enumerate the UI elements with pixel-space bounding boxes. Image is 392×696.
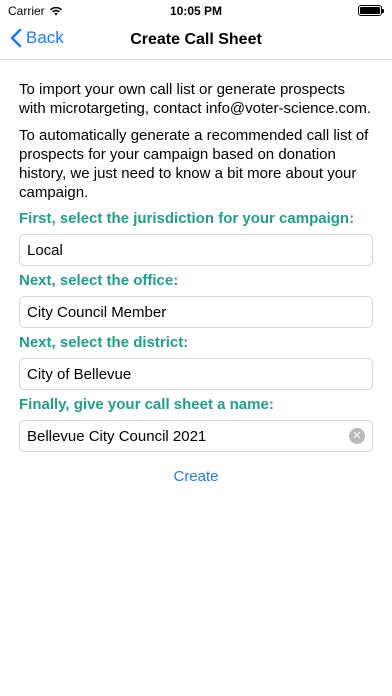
district-value: City of Bellevue — [27, 365, 132, 383]
import-info-text: To import your own call list or generate… — [19, 81, 372, 117]
jurisdiction-field[interactable]: Local — [19, 234, 373, 266]
status-bar: Carrier 10:05 PM — [0, 0, 392, 22]
clear-text-icon[interactable]: ✕ — [349, 428, 365, 444]
jurisdiction-label: First, select the jurisdiction for your … — [19, 210, 355, 227]
office-value: City Council Member — [27, 303, 167, 321]
generate-info-text: To automatically generate a recommended … — [19, 127, 369, 201]
office-label: Next, select the office: — [19, 272, 179, 289]
district-field[interactable]: City of Bellevue — [19, 358, 373, 390]
page-title: Create Call Sheet — [130, 31, 262, 48]
navigation-bar: Back Create Call Sheet — [0, 22, 392, 60]
status-right — [358, 5, 384, 16]
clock: 10:05 PM — [169, 4, 223, 18]
jurisdiction-value: Local — [27, 241, 63, 259]
office-field[interactable]: City Council Member — [19, 296, 373, 328]
district-label: Next, select the district: — [19, 334, 189, 351]
create-button[interactable]: Create — [19, 468, 373, 485]
call-sheet-name-input[interactable]: Bellevue City Council 2021 ✕ — [19, 420, 373, 452]
form-content: To import your own call list or generate… — [19, 80, 375, 485]
name-label: Finally, give your call sheet a name: — [19, 396, 274, 413]
battery-icon — [358, 5, 384, 16]
call-sheet-name-value: Bellevue City Council 2021 — [27, 427, 207, 445]
